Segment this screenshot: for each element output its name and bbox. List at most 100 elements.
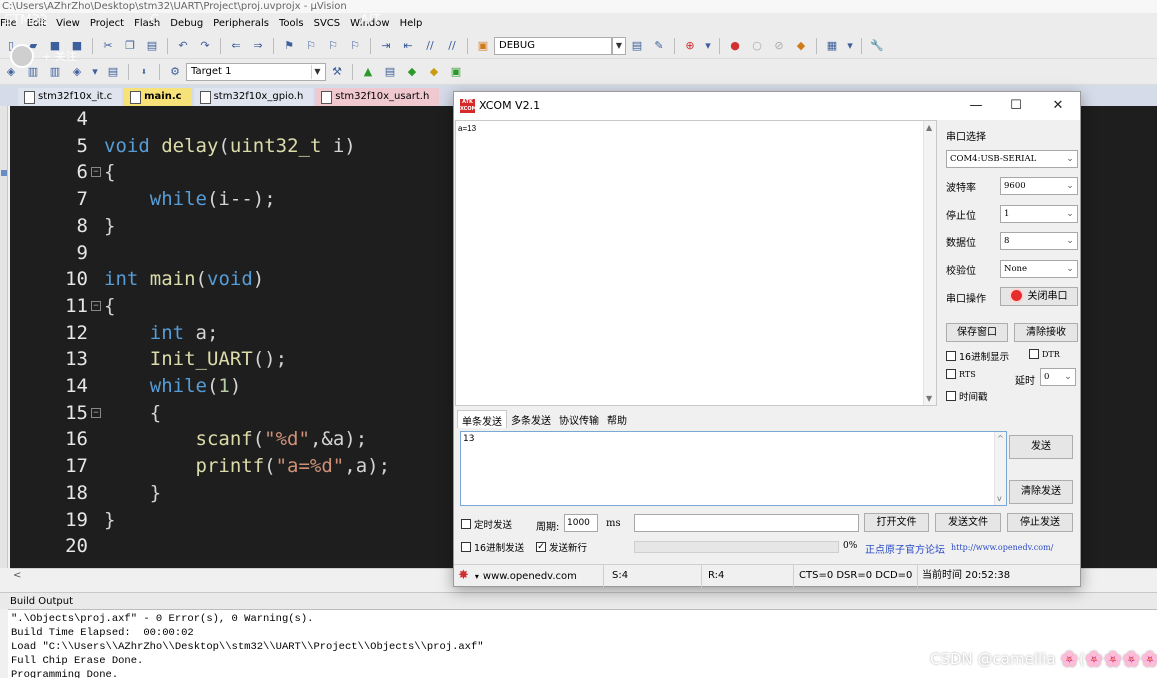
follow-button[interactable]: + 关注 [42, 48, 77, 64]
menu-project[interactable]: Project [86, 18, 130, 29]
clear-receive-button[interactable]: 清除接收 [1014, 323, 1078, 342]
find-in-files-icon[interactable]: ▣ [475, 38, 491, 54]
window-layout-icon[interactable]: ▦ [824, 38, 840, 54]
menu-view[interactable]: View [52, 18, 86, 29]
forum-link-url[interactable]: http://www.openedv.com/ [951, 543, 1053, 552]
scroll-down-icon[interactable]: ▼ [926, 394, 932, 403]
bookmark-next-icon[interactable]: ⚐ [325, 38, 341, 54]
settings-gear-icon[interactable]: ✸ [458, 568, 469, 583]
breakpoint-kill-all-icon[interactable]: ◆ [793, 38, 809, 54]
avatar[interactable] [10, 44, 34, 68]
bookmark-icon[interactable]: ⚑ [281, 38, 297, 54]
send-button[interactable]: 发送 [1009, 435, 1073, 459]
scroll-down-icon[interactable]: v [997, 494, 1002, 503]
copy-icon[interactable]: ❐ [122, 38, 138, 54]
target-options-icon[interactable]: ⚙ [167, 64, 183, 80]
download-icon[interactable]: ⬇ [136, 64, 152, 80]
send-newline-checkbox[interactable]: ✓ 发送新行 [536, 540, 587, 554]
dtr-checkbox[interactable]: DTR [1029, 349, 1060, 359]
fold-toggle-icon[interactable]: − [91, 407, 101, 418]
stop-send-button[interactable]: 停止发送 [1007, 513, 1073, 532]
timed-send-checkbox[interactable]: 定时发送 [461, 517, 512, 531]
xcom-titlebar[interactable]: ATK XCOM XCOM V2.1 — ☐ ✕ [454, 92, 1080, 120]
select-packs-icon[interactable]: ◆ [404, 64, 420, 80]
status-url[interactable]: www.openedv.com [483, 571, 577, 582]
indent-icon[interactable]: ⇥ [378, 38, 394, 54]
file-path-input[interactable] [634, 514, 859, 532]
menu-peripherals[interactable]: Peripherals [209, 18, 275, 29]
send-scrollbar[interactable]: ^ v [994, 432, 1006, 505]
receive-textarea[interactable]: a=13 ▲ ▼ [455, 120, 937, 406]
parity-select[interactable]: None ⌄ [1000, 260, 1078, 278]
chevron-down-icon[interactable]: ▾ [846, 38, 854, 54]
menu-flash[interactable]: Flash [130, 18, 166, 29]
tab-stm32f10x-usart-h[interactable]: stm32f10x_usart.h [315, 88, 440, 106]
tab-protocol[interactable]: 协议传输 [555, 410, 603, 428]
rebuild-icon[interactable]: ▥ [47, 64, 63, 80]
cut-icon[interactable]: ✂ [100, 38, 116, 54]
hex-send-checkbox[interactable]: 16进制发送 [461, 540, 524, 554]
timestamp-checkbox[interactable]: 时间戳 [946, 389, 988, 403]
options-for-target-icon[interactable]: ⚒ [329, 64, 345, 80]
fold-toggle-icon[interactable]: − [91, 300, 101, 311]
find-icon[interactable]: ▤ [629, 38, 645, 54]
configure-icon[interactable]: 🔧 [869, 38, 885, 54]
scroll-up-icon[interactable]: ^ [997, 434, 1004, 443]
menu-help[interactable]: Help [396, 18, 429, 29]
scroll-left-icon[interactable]: < [13, 570, 21, 581]
uncomment-icon[interactable]: // [444, 38, 460, 54]
bookmark-prev-icon[interactable]: ⚐ [303, 38, 319, 54]
baud-select[interactable]: 9600 ⌄ [1000, 177, 1078, 195]
maximize-button[interactable]: ☐ [1006, 97, 1026, 115]
paste-icon[interactable]: ▤ [144, 38, 160, 54]
comment-icon[interactable]: // [422, 38, 438, 54]
chevron-down-icon[interactable]: ▾ [704, 38, 712, 54]
menu-svcs[interactable]: SVCS [310, 18, 347, 29]
forum-link-label[interactable]: 正点原子官方论坛 [865, 541, 945, 556]
tab-help[interactable]: 帮助 [603, 410, 631, 428]
data-bits-select[interactable]: 8 ⌄ [1000, 232, 1078, 250]
stop-bits-select[interactable]: 1 ⌄ [1000, 205, 1078, 223]
run-time-environment-icon[interactable]: ▣ [448, 64, 464, 80]
nav-forward-icon[interactable]: ⇒ [250, 38, 266, 54]
tab-main-c[interactable]: main.c [124, 88, 192, 106]
debug-session-icon[interactable]: ⊕ [682, 38, 698, 54]
save-window-button[interactable]: 保存窗口 [946, 323, 1008, 342]
menu-tools[interactable]: Tools [275, 18, 310, 29]
tab-stm32f10x-it-c[interactable]: stm32f10x_it.c [18, 88, 123, 106]
receive-scrollbar[interactable]: ▲ ▼ [923, 121, 936, 405]
batch-build-icon[interactable]: ◈ [69, 64, 85, 80]
breakpoint-disable-all-icon[interactable]: ⊘ [771, 38, 787, 54]
open-file-button[interactable]: 打开文件 [864, 513, 929, 532]
tab-stm32f10x-gpio-h[interactable]: stm32f10x_gpio.h [193, 88, 314, 106]
project-panel-collapsed[interactable] [0, 106, 8, 568]
menu-debug[interactable]: Debug [166, 18, 209, 29]
find-combo-arrow[interactable]: ▼ [612, 36, 626, 55]
target-combo[interactable]: Target 1 ▼ [186, 62, 326, 81]
pack-installer-icon[interactable]: ◆ [426, 64, 442, 80]
close-port-button[interactable]: 关闭串口 [1000, 287, 1078, 306]
minimize-button[interactable]: — [966, 97, 986, 115]
redo-icon[interactable]: ↷ [197, 38, 213, 54]
breakpoint-disable-icon[interactable]: ○ [749, 38, 765, 54]
file-extensions-icon[interactable]: ▲ [360, 64, 376, 80]
unindent-icon[interactable]: ⇤ [400, 38, 416, 54]
find-combo[interactable]: DEBUG [494, 36, 612, 55]
nav-back-icon[interactable]: ⇐ [228, 38, 244, 54]
bookmark-clear-icon[interactable]: ⚐ [347, 38, 363, 54]
rts-checkbox[interactable]: RTS [946, 369, 976, 379]
tab-single-send[interactable]: 单条发送 [457, 410, 507, 428]
send-file-button[interactable]: 发送文件 [935, 513, 1001, 532]
fold-toggle-icon[interactable]: − [91, 167, 101, 178]
find-replace-icon[interactable]: ✎ [651, 38, 667, 54]
hex-display-checkbox[interactable]: 16进制显示 [946, 349, 1009, 363]
send-textarea[interactable]: 13 ^ v [460, 431, 1007, 506]
stop-build-icon[interactable]: ▤ [105, 64, 121, 80]
close-button[interactable]: ✕ [1048, 97, 1068, 115]
clear-send-button[interactable]: 清除发送 [1009, 480, 1073, 504]
manage-components-icon[interactable]: ▤ [382, 64, 398, 80]
port-select[interactable]: COM4:USB-SERIAL ⌄ [946, 150, 1078, 168]
period-input[interactable]: 1000 [564, 514, 598, 532]
tab-multi-send[interactable]: 多条发送 [507, 410, 555, 428]
chevron-down-icon[interactable]: ▾ [91, 64, 99, 80]
